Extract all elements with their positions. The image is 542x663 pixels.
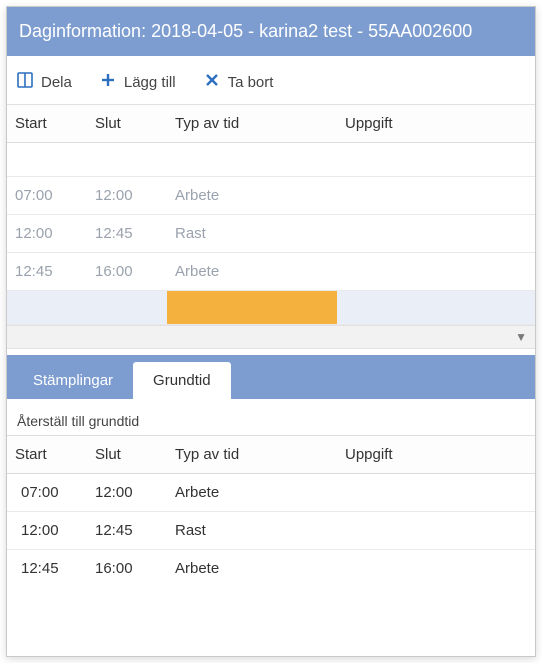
col-slut-header[interactable]: Slut	[87, 105, 167, 143]
cell-slut: 16:00	[87, 550, 167, 588]
cell-typ[interactable]: Rast	[167, 215, 337, 253]
table-row[interactable]	[7, 143, 535, 177]
chevron-down-icon[interactable]: ▼	[515, 330, 527, 344]
table-row[interactable]: 12:00 12:45 Rast	[7, 215, 535, 253]
cell-slut: 12:00	[87, 474, 167, 512]
cell-typ: Rast	[167, 512, 337, 550]
tab-grundtid[interactable]: Grundtid	[133, 362, 231, 399]
dela-label: Dela	[41, 74, 72, 91]
cell-uppgift	[337, 474, 535, 512]
cell-slut[interactable]: 12:45	[87, 215, 167, 253]
dela-button[interactable]: Dela	[17, 72, 72, 92]
upper-table: Start Slut Typ av tid Uppgift 07:00 12:0…	[7, 105, 535, 325]
cell-slut[interactable]: 16:00	[87, 253, 167, 291]
cell-start: 12:00	[7, 512, 87, 550]
cell-uppgift	[337, 512, 535, 550]
split-icon	[17, 72, 33, 92]
cell-uppgift	[337, 550, 535, 588]
col-uppgift-header[interactable]: Uppgift	[337, 105, 535, 143]
table-row[interactable]: 07:00 12:00 Arbete	[7, 177, 535, 215]
highlight-cell[interactable]	[167, 291, 337, 325]
cell-start: 07:00	[7, 474, 87, 512]
close-icon	[204, 72, 220, 92]
ta-bort-label: Ta bort	[228, 74, 274, 91]
cell-start: 12:45	[7, 550, 87, 588]
lagg-till-button[interactable]: Lägg till	[100, 72, 176, 92]
daginformation-window: Daginformation: 2018-04-05 - karina2 tes…	[6, 6, 536, 657]
window-header: Daginformation: 2018-04-05 - karina2 tes…	[7, 7, 535, 56]
col-start-header[interactable]: Start	[7, 105, 87, 143]
reset-grundtid-link[interactable]: Återställ till grundtid	[7, 399, 535, 435]
col-slut-header[interactable]: Slut	[87, 436, 167, 474]
cell-start[interactable]: 07:00	[7, 177, 87, 215]
table-row[interactable]: 12:45 16:00 Arbete	[7, 253, 535, 291]
ta-bort-button[interactable]: Ta bort	[204, 72, 274, 92]
cell-uppgift[interactable]	[337, 215, 535, 253]
lower-table: Start Slut Typ av tid Uppgift 07:00 12:0…	[7, 435, 535, 587]
table-row[interactable]: 07:00 12:00 Arbete	[7, 474, 535, 512]
cell-slut[interactable]: 12:00	[87, 177, 167, 215]
plus-icon	[100, 72, 116, 92]
cell-typ[interactable]: Arbete	[167, 177, 337, 215]
cell-typ: Arbete	[167, 474, 337, 512]
window-title: Daginformation: 2018-04-05 - karina2 tes…	[19, 21, 472, 41]
col-typ-header[interactable]: Typ av tid	[167, 105, 337, 143]
lagg-till-label: Lägg till	[124, 74, 176, 91]
col-uppgift-header[interactable]: Uppgift	[337, 436, 535, 474]
tabs: Stämplingar Grundtid	[7, 355, 535, 399]
expand-bar: ▼	[7, 325, 535, 349]
table-row[interactable]: 12:45 16:00 Arbete	[7, 550, 535, 588]
tab-stamplingar[interactable]: Stämplingar	[13, 362, 133, 399]
cell-uppgift[interactable]	[337, 177, 535, 215]
highlight-row[interactable]	[7, 291, 535, 325]
cell-uppgift[interactable]	[337, 253, 535, 291]
cell-slut: 12:45	[87, 512, 167, 550]
toolbar: Dela Lägg till Ta bort	[7, 56, 535, 105]
cell-start[interactable]: 12:45	[7, 253, 87, 291]
cell-typ[interactable]: Arbete	[167, 253, 337, 291]
col-start-header[interactable]: Start	[7, 436, 87, 474]
cell-start[interactable]: 12:00	[7, 215, 87, 253]
cell-typ: Arbete	[167, 550, 337, 588]
col-typ-header[interactable]: Typ av tid	[167, 436, 337, 474]
table-row[interactable]: 12:00 12:45 Rast	[7, 512, 535, 550]
